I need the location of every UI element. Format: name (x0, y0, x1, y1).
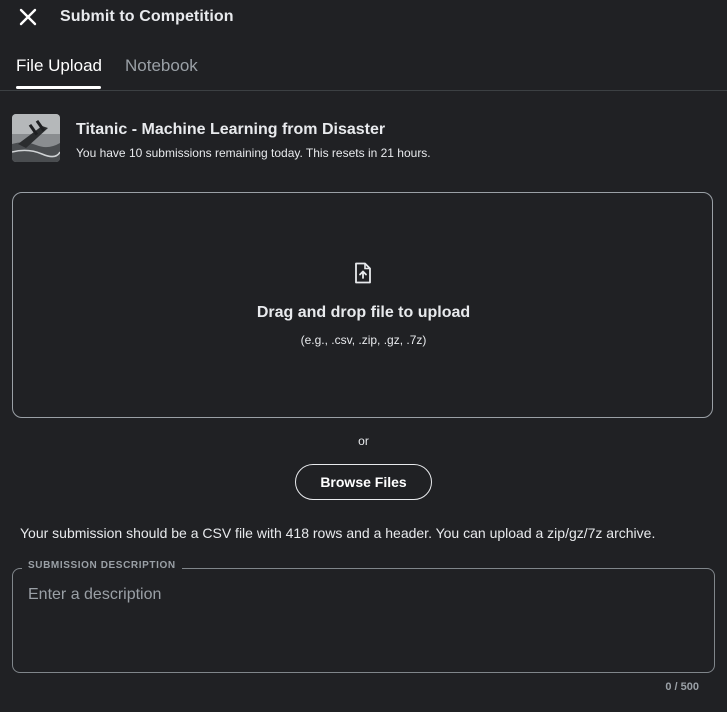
competition-thumbnail (12, 114, 60, 162)
submissions-remaining: You have 10 submissions remaining today.… (76, 146, 431, 160)
close-icon (19, 8, 37, 26)
close-button[interactable] (15, 4, 41, 30)
description-input[interactable] (14, 578, 704, 666)
description-label: SUBMISSION DESCRIPTION (22, 560, 182, 571)
dropzone-hint: (e.g., .csv, .zip, .gz, .7z) (300, 333, 427, 347)
competition-title: Titanic - Machine Learning from Disaster (76, 121, 386, 138)
or-divider-label: or (358, 434, 369, 448)
active-tab-indicator (16, 86, 101, 89)
dialog-title: Submit to Competition (60, 8, 234, 25)
dialog-header: Submit to Competition (0, 0, 727, 36)
tab-notebook[interactable]: Notebook (125, 56, 198, 76)
dropzone-title: Drag and drop file to upload (256, 304, 471, 321)
browse-files-button[interactable]: Browse Files (295, 464, 432, 500)
submission-requirements: Your submission should be a CSV file wit… (20, 525, 656, 541)
character-counter: 0 / 500 (665, 681, 699, 693)
titanic-thumbnail-icon (12, 114, 60, 162)
tab-file-upload[interactable]: File Upload (16, 56, 102, 76)
tab-bar: File Upload Notebook (0, 44, 727, 91)
file-upload-icon (355, 262, 371, 284)
